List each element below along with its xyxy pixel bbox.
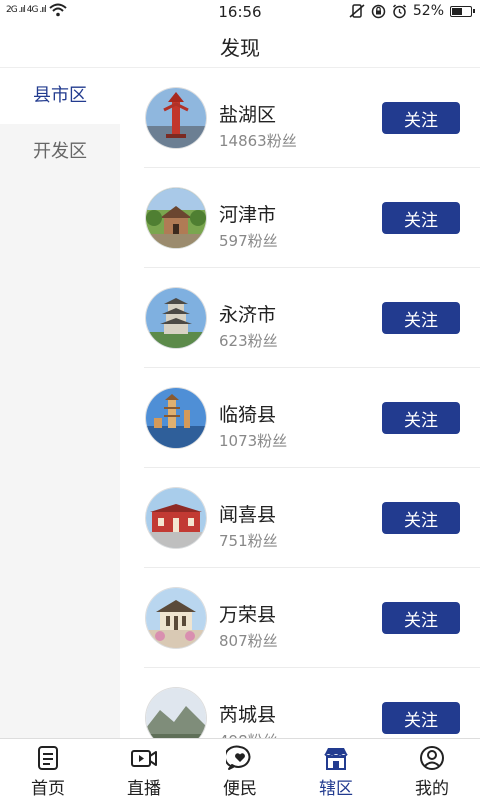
list-item[interactable]: 河津市 597粉丝 关注: [144, 168, 480, 268]
list-item[interactable]: 临猗县 1073粉丝 关注: [144, 368, 480, 468]
follow-button[interactable]: 关注: [382, 302, 460, 334]
bottom-nav: 首页 直播 便民 辖区 我的: [0, 738, 480, 800]
sidebar: 县市区 开发区: [0, 68, 120, 738]
district-name: 河津市: [219, 204, 277, 226]
avatar: [146, 688, 206, 738]
fans-count: 1073粉丝: [219, 432, 288, 450]
nav-label: 便民: [223, 779, 257, 799]
district-list: 盐湖区 14863粉丝 关注 河津市 597粉丝 关注 永济市 623粉丝 关注…: [120, 68, 480, 738]
sidebar-item-county-city[interactable]: 县市区: [0, 68, 120, 124]
sidebar-item-development-zone[interactable]: 开发区: [0, 124, 120, 180]
district-name: 永济市: [219, 304, 277, 326]
list-item[interactable]: 永济市 623粉丝 关注: [144, 268, 480, 368]
follow-button[interactable]: 关注: [382, 702, 460, 734]
battery-icon: [450, 5, 475, 17]
alarm-icon: [392, 3, 406, 18]
avatar: [146, 188, 206, 248]
document-icon: [38, 746, 58, 770]
follow-button[interactable]: 关注: [382, 202, 460, 234]
status-right: 52%: [349, 3, 475, 19]
avatar: [146, 488, 206, 548]
fans-count: 597粉丝: [219, 232, 278, 250]
nav-label: 辖区: [319, 779, 353, 799]
district-name: 盐湖区: [219, 104, 277, 126]
vibrate-off-icon: [349, 4, 365, 18]
district-name: 万荣县: [219, 604, 277, 626]
list-item[interactable]: 芮城县 498粉丝 关注: [144, 668, 480, 738]
user-icon: [420, 746, 444, 770]
nav-profile[interactable]: 我的: [384, 739, 480, 800]
fans-count: 14863粉丝: [219, 132, 297, 150]
rotation-lock-icon: [371, 4, 386, 18]
nav-home[interactable]: 首页: [0, 739, 96, 800]
district-name: 芮城县: [219, 704, 277, 726]
avatar: [146, 288, 206, 348]
page-title: 发现: [220, 36, 260, 60]
nav-label: 我的: [415, 779, 449, 799]
store-icon: [324, 748, 348, 770]
fans-count: 498粉丝: [219, 730, 278, 738]
fans-count: 751粉丝: [219, 532, 278, 550]
follow-button[interactable]: 关注: [382, 602, 460, 634]
list-item[interactable]: 盐湖区 14863粉丝 关注: [144, 68, 480, 168]
list-item[interactable]: 万荣县 807粉丝 关注: [144, 568, 480, 668]
battery-percent: 52%: [412, 3, 444, 19]
nav-live[interactable]: 直播: [96, 739, 192, 800]
nav-label: 直播: [127, 779, 161, 799]
follow-button[interactable]: 关注: [382, 402, 460, 434]
district-name: 闻喜县: [219, 504, 277, 526]
list-item[interactable]: 闻喜县 751粉丝 关注: [144, 468, 480, 568]
status-bar: 2G .ııl 4G .ııl 16:56 52%: [0, 0, 480, 24]
battery-level: [452, 7, 463, 15]
heart-chat-icon: [226, 745, 251, 770]
nav-district[interactable]: 辖区: [288, 739, 384, 800]
fans-count: 623粉丝: [219, 332, 278, 350]
follow-button[interactable]: 关注: [382, 502, 460, 534]
follow-button[interactable]: 关注: [382, 102, 460, 134]
fans-count: 807粉丝: [219, 632, 278, 650]
app-header: 发现: [0, 24, 480, 68]
district-name: 临猗县: [219, 404, 277, 426]
nav-services[interactable]: 便民: [192, 739, 288, 800]
avatar: [146, 388, 206, 448]
video-camera-icon: [131, 750, 157, 767]
nav-label: 首页: [31, 779, 65, 799]
avatar: [146, 588, 206, 648]
avatar: [146, 88, 206, 148]
